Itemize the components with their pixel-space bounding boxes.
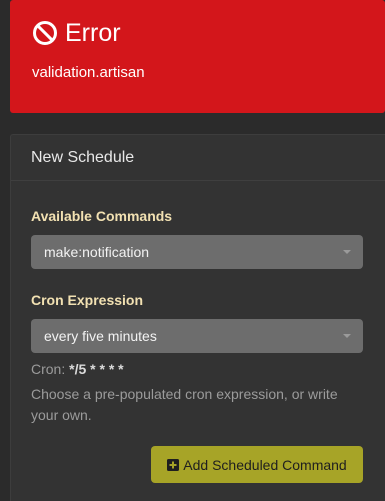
- caret-down-icon: [343, 334, 351, 338]
- card-header: New Schedule: [11, 135, 385, 181]
- cron-expression-label: Cron Expression: [31, 292, 144, 308]
- error-title: Error: [65, 18, 121, 47]
- cron-preview: Cron: */5 * * * *: [31, 361, 124, 377]
- plus-square-icon: [167, 458, 180, 471]
- error-message: validation.artisan: [32, 64, 145, 81]
- error-header: Error: [32, 20, 121, 46]
- card-title: New Schedule: [31, 149, 135, 166]
- available-commands-label: Available Commands: [31, 208, 173, 224]
- error-alert: Error validation.artisan: [10, 0, 385, 113]
- add-scheduled-command-label: Add Scheduled Command: [183, 456, 347, 473]
- cron-value: */5 * * * *: [69, 361, 124, 377]
- caret-down-icon: [343, 250, 351, 254]
- new-schedule-card: New Schedule Available Commands make:not…: [10, 134, 385, 501]
- ban-icon: [33, 21, 57, 45]
- add-scheduled-command-button[interactable]: Add Scheduled Command: [151, 446, 363, 483]
- cron-expression-select[interactable]: every five minutes: [31, 319, 363, 353]
- available-commands-value: make:notification: [44, 244, 150, 260]
- cron-expression-value: every five minutes: [44, 328, 157, 344]
- available-commands-select[interactable]: make:notification: [31, 235, 363, 269]
- cron-prefix: Cron:: [31, 361, 66, 377]
- cron-help-text: Choose a pre-populated cron expression, …: [31, 386, 338, 423]
- page: Error validation.artisan New Schedule Av…: [0, 0, 385, 501]
